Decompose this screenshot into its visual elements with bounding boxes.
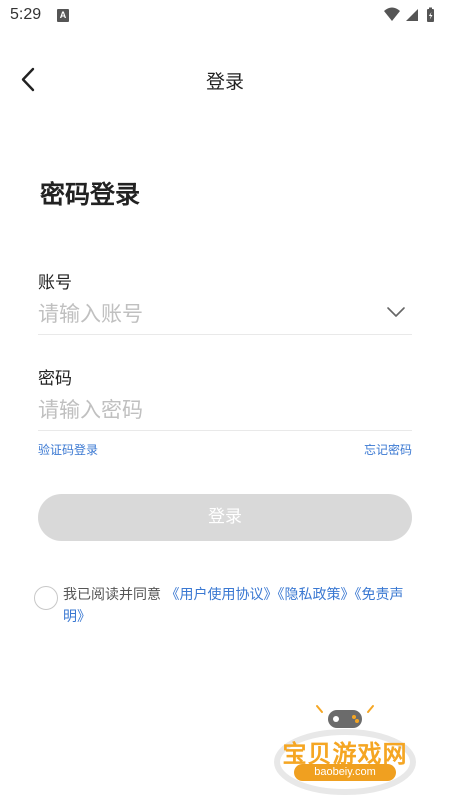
login-button[interactable]: 登录 <box>38 494 412 541</box>
page-title: 密码登录 <box>40 180 141 209</box>
gamepad-icon <box>316 705 374 728</box>
password-label: 密码 <box>38 369 72 389</box>
status-icons <box>382 6 442 24</box>
terms-link[interactable]: 《用户使用协议》 <box>165 587 277 603</box>
page-header-title: 登录 <box>205 71 244 93</box>
account-dropdown-toggle[interactable] <box>385 302 407 322</box>
account-divider <box>38 334 412 335</box>
privacy-link[interactable]: 《隐私政策》 <box>277 587 354 603</box>
forgot-password-link[interactable]: 忘记密码 <box>364 441 412 458</box>
account-input[interactable] <box>38 298 368 330</box>
chevron-down-icon <box>387 307 405 317</box>
battery-icon <box>427 7 434 22</box>
status-bar: 5:29 A <box>0 0 450 32</box>
password-divider <box>38 430 412 431</box>
header: 登录 <box>0 55 450 103</box>
watermark-logo: 宝贝游戏网 baobeiy.com <box>270 700 420 795</box>
account-label: 账号 <box>38 273 72 293</box>
wifi-icon <box>384 7 400 21</box>
signal-icon <box>406 9 418 21</box>
agreement-prefix: 我已阅读并同意 <box>63 587 161 603</box>
agreement-text: 我已阅读并同意 《用户使用协议》《隐私政策》《免责声明》 <box>63 584 418 628</box>
notification-badge-icon: A <box>57 9 69 22</box>
sms-login-link[interactable]: 验证码登录 <box>38 441 98 458</box>
watermark-url: baobeiy.com <box>294 764 396 781</box>
agreement-checkbox[interactable] <box>34 586 58 610</box>
password-input[interactable] <box>38 394 368 426</box>
status-time: 5:29 <box>10 6 42 23</box>
